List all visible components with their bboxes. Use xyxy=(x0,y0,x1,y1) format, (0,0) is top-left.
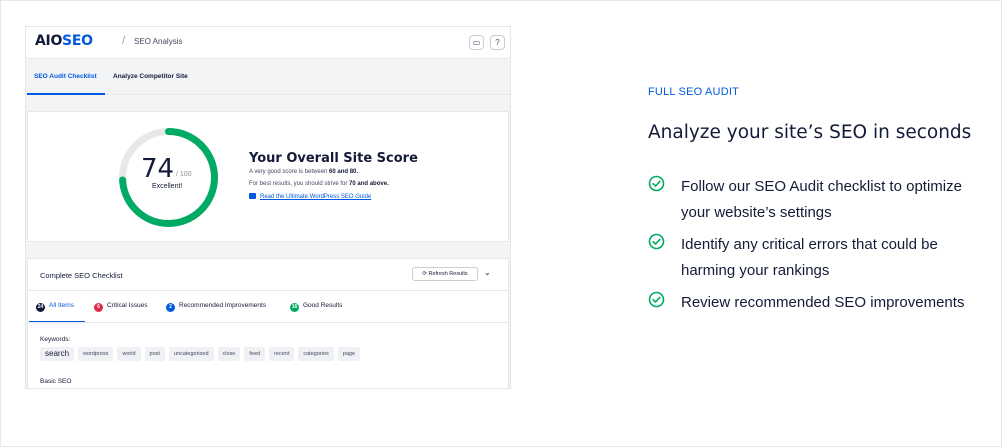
tab-analyze-competitor-site[interactable]: Analyze Competitor Site xyxy=(113,73,188,80)
checklist-title: Complete SEO Checklist xyxy=(40,271,123,280)
keyword-list: search wordpress world post uncategorize… xyxy=(40,347,361,361)
seo-checklist-card: Complete SEO Checklist ⟳ Refresh Results… xyxy=(27,258,510,388)
keyword-chip: recent xyxy=(269,347,295,361)
active-tab-indicator xyxy=(27,93,105,95)
tab-bar: SEO Audit Checklist Analyze Competitor S… xyxy=(26,59,510,95)
score-max: / 100 xyxy=(176,171,192,178)
page-title: SEO Analysis xyxy=(134,37,183,46)
score-hint-1: A very good score is between 60 and 80. xyxy=(249,169,359,175)
help-icon[interactable]: ? xyxy=(490,35,505,50)
filter-recommended-improvements[interactable]: 2 Recommended Improvements xyxy=(166,302,266,312)
count-badge: 24 xyxy=(36,303,45,312)
headline: Analyze your site’s SEO in seconds xyxy=(648,122,972,143)
tab-seo-audit-checklist[interactable]: SEO Audit Checklist xyxy=(34,73,97,80)
keyword-chip: close xyxy=(217,347,241,361)
seo-guide-link[interactable]: Read the Ultimate WordPress SEO Guide xyxy=(249,193,371,200)
keyword-chip: uncategorized xyxy=(168,347,214,361)
score-title: Your Overall Site Score xyxy=(249,151,418,166)
keyword-chip: wordpress xyxy=(78,347,114,361)
bullet-text: Follow our SEO Audit checklist to optimi… xyxy=(681,178,962,221)
count-badge: 16 xyxy=(290,303,299,312)
filter-good-results[interactable]: 16 Good Results xyxy=(290,302,342,312)
breadcrumb-separator: / xyxy=(122,33,126,47)
inbox-icon[interactable]: ▭ xyxy=(469,35,484,50)
top-bar: AIOSEO / SEO Analysis ▭ ? xyxy=(26,27,510,59)
bullet-text: Review recommended SEO improvements xyxy=(681,294,965,311)
eyebrow-label: FULL SEO AUDIT xyxy=(648,86,740,98)
aioseo-logo[interactable]: AIOSEO xyxy=(35,33,93,49)
bullet-text: Identify any critical errors that could … xyxy=(681,236,938,279)
score-value: 74 xyxy=(141,154,175,184)
check-circle-icon xyxy=(648,233,665,250)
count-badge: 6 xyxy=(94,303,103,312)
section-basic-seo: Basic SEO xyxy=(40,378,72,385)
site-score-card: 74 / 100 Excellent! Your Overall Site Sc… xyxy=(27,111,509,242)
count-badge: 2 xyxy=(166,303,175,312)
chevron-down-icon[interactable]: ⌄ xyxy=(484,268,491,277)
filter-all-items[interactable]: 24 All Items xyxy=(36,302,74,312)
keyword-chip: search xyxy=(40,347,75,361)
keyword-chip: post xyxy=(144,347,165,361)
score-hint-2: For best results, you should strive for … xyxy=(249,181,389,187)
filter-critical-issues[interactable]: 6 Critical Issues xyxy=(94,302,147,312)
score-rating: Excellent! xyxy=(152,183,183,190)
check-circle-icon xyxy=(648,291,665,308)
book-icon xyxy=(249,193,256,199)
keyword-chip: feed xyxy=(244,347,266,361)
keyword-chip: categories xyxy=(298,347,334,361)
keyword-chip: page xyxy=(337,347,361,361)
check-circle-icon xyxy=(648,175,665,192)
keyword-chip: world xyxy=(117,347,141,361)
checklist-filters: 24 All Items 6 Critical Issues 2 Recommende… xyxy=(28,291,510,321)
app-window: AIOSEO / SEO Analysis ▭ ? SEO Audit Chec… xyxy=(25,26,511,389)
divider xyxy=(28,322,510,323)
keywords-label: Keywords: xyxy=(40,336,71,343)
refresh-results-button[interactable]: ⟳ Refresh Results xyxy=(412,267,478,281)
